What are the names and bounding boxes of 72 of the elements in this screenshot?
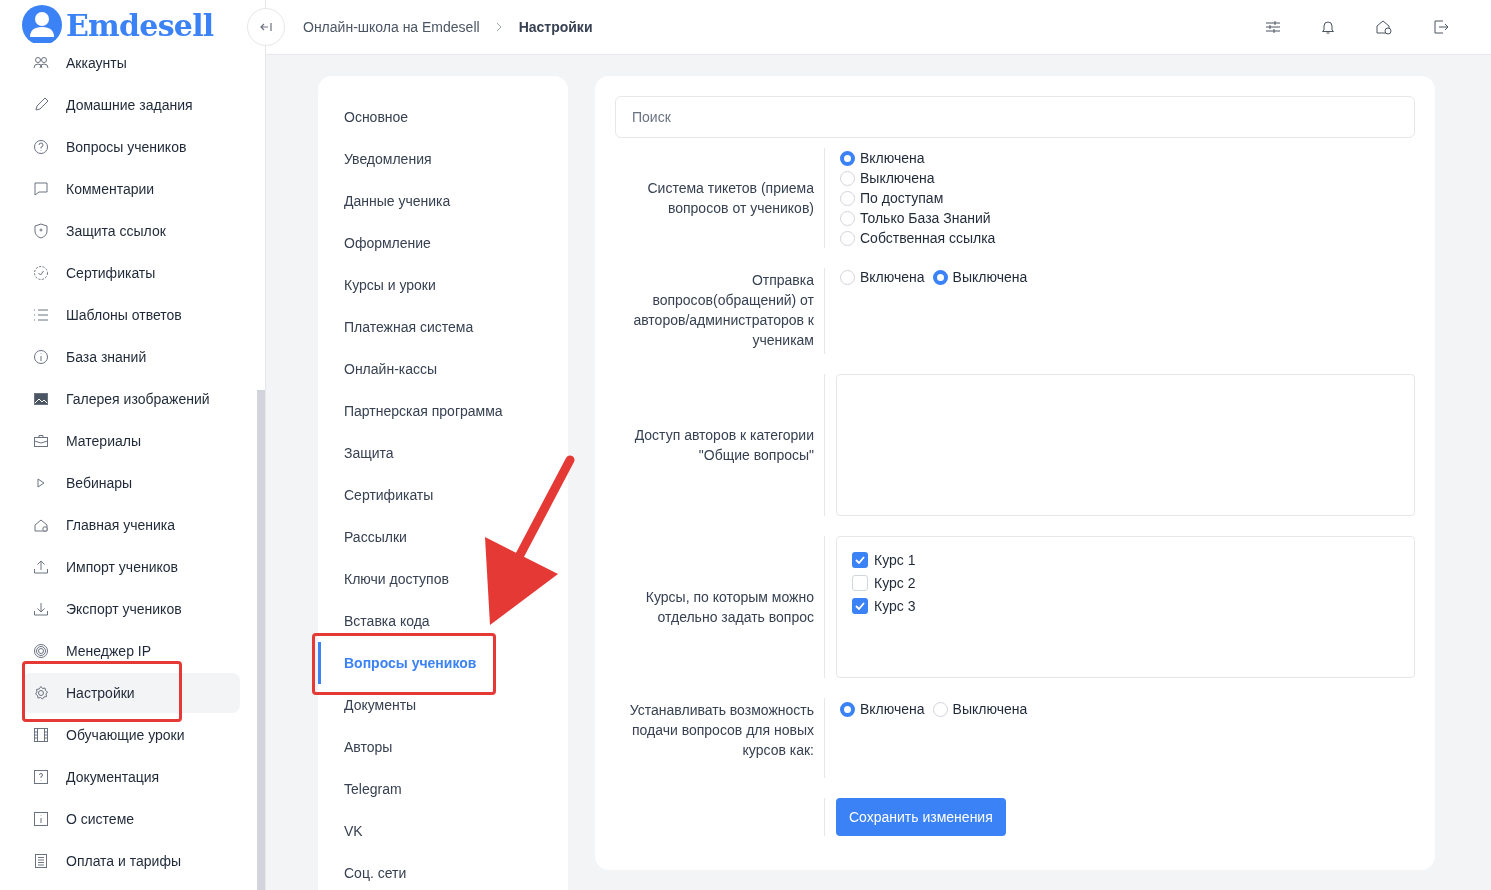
download-icon <box>33 601 49 617</box>
field-label: Доступ авторов к категории "Общие вопросы" <box>633 426 814 465</box>
gear-icon <box>33 685 49 701</box>
settings-menu-item[interactable]: VK <box>318 810 568 852</box>
settings-menu-item[interactable]: Вопросы учеников <box>318 642 568 684</box>
field-label: Курсы, по которым можно отдельно задать вопрос <box>644 588 814 627</box>
course-checkbox[interactable]: Курс 1 <box>852 550 1414 570</box>
settings-menu-item[interactable]: Защита <box>318 432 568 474</box>
course-checkbox[interactable]: Курс 2 <box>852 573 1414 593</box>
settings-menu-item[interactable]: Курсы и уроки <box>318 264 568 306</box>
search-field[interactable]: Поиск <box>615 96 1415 138</box>
home-icon <box>33 517 49 533</box>
document-icon <box>33 853 49 869</box>
settings-menu-item[interactable]: Оформление <box>318 222 568 264</box>
scrollbar[interactable] <box>257 390 265 890</box>
info-icon <box>33 811 49 827</box>
breadcrumb-current: Настройки <box>518 17 593 37</box>
settings-menu-item[interactable]: Вставка кода <box>318 600 568 642</box>
image-icon <box>33 391 49 407</box>
logo-icon <box>22 5 62 45</box>
settings-menu-item[interactable]: Уведомления <box>318 138 568 180</box>
radio-option[interactable]: Включена <box>840 267 925 287</box>
radio-option[interactable]: Включена <box>840 148 1415 168</box>
chevron-right-icon <box>495 22 503 32</box>
radio-option[interactable]: Выключена <box>932 699 1028 719</box>
radio-option[interactable]: Выключена <box>932 267 1028 287</box>
radio-option[interactable]: Выключена <box>840 168 1415 188</box>
question-icon <box>33 139 49 155</box>
list-icon <box>33 307 49 323</box>
field-label: Система тикетов (приема вопросов от учеников) <box>646 179 814 218</box>
briefcase-icon <box>33 433 49 449</box>
settings-menu-item[interactable]: Данные ученика <box>318 180 568 222</box>
settings-menu-item[interactable]: Платежная система <box>318 306 568 348</box>
logout-icon[interactable] <box>1433 20 1449 34</box>
users-icon <box>33 55 49 71</box>
pencil-icon <box>33 97 49 113</box>
radio-option[interactable]: Включена <box>840 699 925 719</box>
upload-icon <box>33 559 49 575</box>
settings-menu-item[interactable]: Ключи доступов <box>318 558 568 600</box>
radio-option[interactable]: По доступам <box>840 188 1415 208</box>
settings-menu-item[interactable]: Сертификаты <box>318 474 568 516</box>
settings-menu-item[interactable]: Telegram <box>318 768 568 810</box>
film-icon <box>33 727 49 743</box>
radio-option[interactable]: Только База Знаний <box>840 208 1415 228</box>
sliders-icon[interactable] <box>1265 20 1281 34</box>
info-icon <box>33 349 49 365</box>
radio-option[interactable]: Собственная ссылка <box>840 228 1415 248</box>
course-checkbox[interactable]: Курс 3 <box>852 596 1414 616</box>
badge-check-icon <box>33 265 49 281</box>
help-icon <box>33 769 49 785</box>
target-icon <box>33 643 49 659</box>
checkmark-icon <box>855 556 865 564</box>
logo-text: Emdesell <box>66 6 214 45</box>
chat-icon <box>33 181 49 197</box>
settings-menu-item[interactable]: Соц. сети <box>318 852 568 890</box>
sidebar-item[interactable]: Настройки <box>22 673 240 713</box>
field-label: Отправка вопросов(обращений) от авторов/администраторов к ученикам <box>632 271 814 350</box>
bell-icon[interactable] <box>1321 19 1335 35</box>
settings-menu-item[interactable]: Документы <box>318 684 568 726</box>
collapse-icon <box>260 22 272 32</box>
checkmark-icon <box>855 602 865 610</box>
category-access-field[interactable] <box>836 374 1415 516</box>
settings-menu-item[interactable]: Авторы <box>318 726 568 768</box>
field-label: Устанавливать возможность подачи вопросов для новых курсов как: <box>628 701 814 760</box>
settings-menu-item[interactable]: Онлайн-кассы <box>318 348 568 390</box>
shield-icon <box>33 223 49 239</box>
breadcrumb-link[interactable]: Онлайн-школа на Emdesell <box>303 16 480 38</box>
home-icon[interactable] <box>1375 19 1393 35</box>
settings-menu-item[interactable]: Партнерская программа <box>318 390 568 432</box>
settings-menu-item[interactable]: Рассылки <box>318 516 568 558</box>
save-button[interactable]: Сохранить изменения <box>836 798 1006 836</box>
settings-menu-item[interactable]: Основное <box>318 96 568 138</box>
